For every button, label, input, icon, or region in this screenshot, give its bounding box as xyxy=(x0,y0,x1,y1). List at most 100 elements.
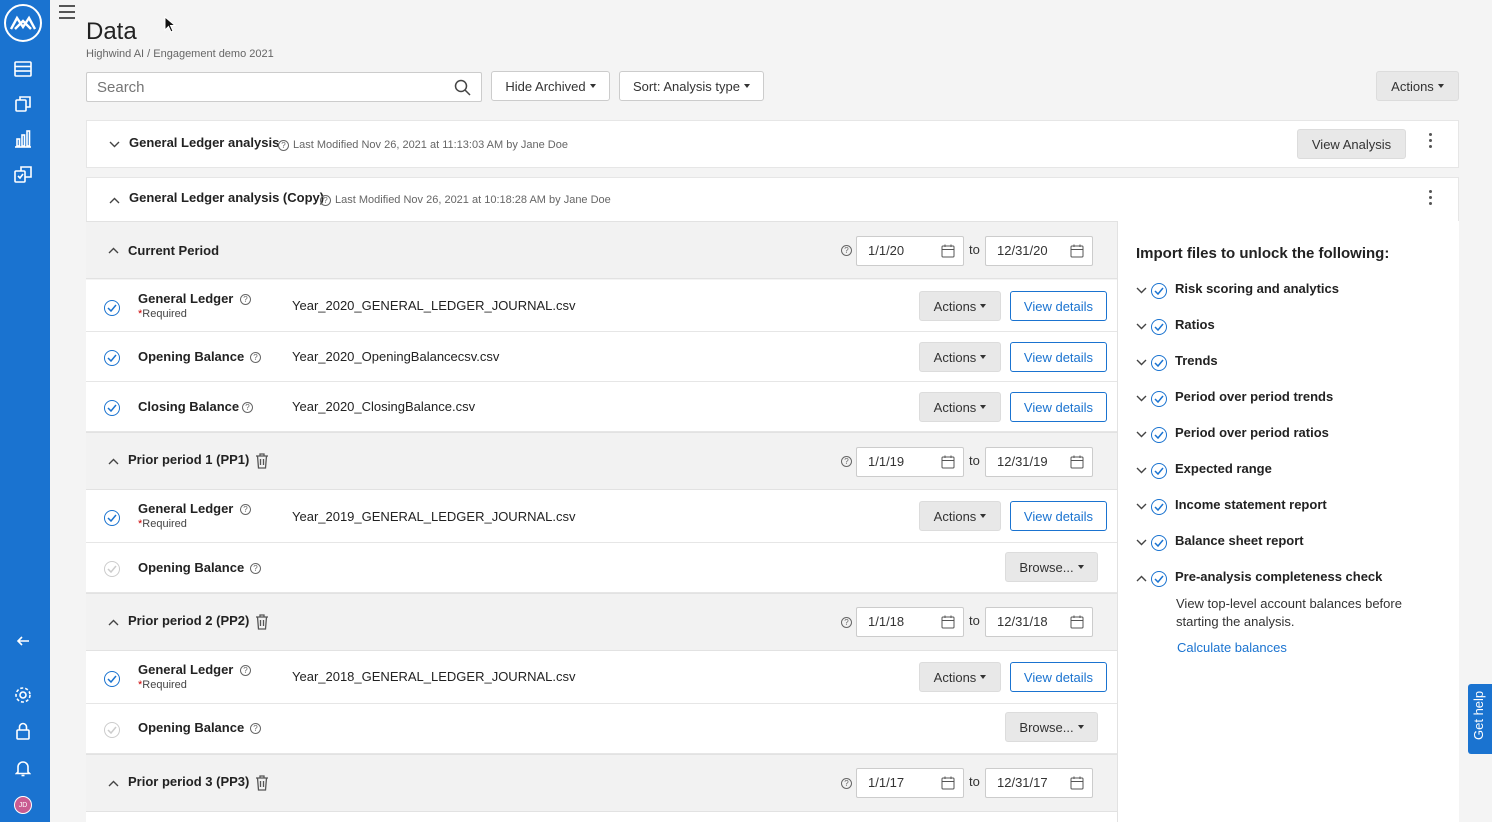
chevron-up-icon[interactable] xyxy=(108,619,119,626)
hamburger-menu-icon[interactable] xyxy=(59,5,75,19)
chevron-down-icon[interactable] xyxy=(1136,467,1147,474)
database-icon[interactable] xyxy=(12,58,34,80)
search-icon[interactable] xyxy=(454,79,471,96)
get-help-tab[interactable]: Get help xyxy=(1468,684,1492,754)
hide-archived-label: Hide Archived xyxy=(505,78,586,94)
info-icon[interactable]: ? xyxy=(278,140,289,151)
row-actions-button[interactable]: Actions xyxy=(919,342,1001,372)
trash-icon[interactable] xyxy=(255,775,269,791)
app-logo[interactable] xyxy=(4,4,42,42)
calendar-icon[interactable] xyxy=(1070,455,1084,469)
period-start-date[interactable]: 1/1/18 xyxy=(856,607,964,637)
check-circle-icon xyxy=(1151,319,1167,335)
info-icon[interactable]: ? xyxy=(841,778,852,789)
info-icon[interactable]: ? xyxy=(841,245,852,256)
row-actions-button[interactable]: Actions xyxy=(919,501,1001,531)
feature-item[interactable]: Expected range xyxy=(1175,461,1272,476)
documents-icon[interactable] xyxy=(12,163,34,185)
trash-icon[interactable] xyxy=(255,614,269,630)
bar-chart-icon[interactable] xyxy=(12,128,34,150)
info-icon[interactable]: ? xyxy=(320,195,331,206)
chevron-down-icon[interactable] xyxy=(1136,503,1147,510)
browse-button[interactable]: Browse... xyxy=(1005,712,1098,742)
left-nav-rail: JD xyxy=(0,0,50,822)
browse-button[interactable]: Browse... xyxy=(1005,552,1098,582)
chevron-down-icon[interactable] xyxy=(1136,539,1147,546)
chevron-down-icon[interactable] xyxy=(109,141,120,148)
calendar-icon[interactable] xyxy=(1070,615,1084,629)
calendar-icon[interactable] xyxy=(1070,776,1084,790)
view-details-button[interactable]: View details xyxy=(1010,342,1107,372)
calendar-icon[interactable] xyxy=(941,776,955,790)
analysis-name[interactable]: General Ledger analysis (Copy) xyxy=(129,190,324,205)
files-icon[interactable] xyxy=(12,93,34,115)
chevron-down-icon[interactable] xyxy=(1136,395,1147,402)
view-analysis-button[interactable]: View Analysis xyxy=(1297,129,1406,159)
period-start-date[interactable]: 1/1/19 xyxy=(856,447,964,477)
period-name: Prior period 2 (PP2) xyxy=(128,613,250,628)
period-end-date[interactable]: 12/31/18 xyxy=(985,607,1093,637)
feature-item[interactable]: Trends xyxy=(1175,353,1218,368)
calendar-icon[interactable] xyxy=(941,244,955,258)
period-start-date[interactable]: 1/1/20 xyxy=(856,236,964,266)
actions-label: Actions xyxy=(933,349,977,365)
info-icon[interactable]: ? xyxy=(841,617,852,628)
view-details-button[interactable]: View details xyxy=(1010,291,1107,321)
calendar-icon[interactable] xyxy=(1070,244,1084,258)
calendar-icon[interactable] xyxy=(941,615,955,629)
trash-icon[interactable] xyxy=(255,453,269,469)
chevron-down-icon[interactable] xyxy=(1136,359,1147,366)
view-details-button[interactable]: View details xyxy=(1010,392,1107,422)
feature-item[interactable]: Pre-analysis completeness check xyxy=(1175,569,1382,584)
sort-dropdown[interactable]: Sort: Analysis type xyxy=(619,71,764,101)
gear-icon[interactable] xyxy=(12,684,34,706)
chevron-up-icon[interactable] xyxy=(108,247,119,254)
file-row: General Ledger ? *Required Year_2019_GEN… xyxy=(86,490,1117,543)
avatar[interactable]: JD xyxy=(14,796,32,814)
period-end-date[interactable]: 12/31/17 xyxy=(985,768,1093,798)
analysis-name[interactable]: General Ledger analysis xyxy=(129,135,279,150)
row-actions-button[interactable]: Actions xyxy=(919,291,1001,321)
info-icon[interactable]: ? xyxy=(250,563,261,574)
feature-item[interactable]: Period over period ratios xyxy=(1175,425,1329,440)
feature-item[interactable]: Risk scoring and analytics xyxy=(1175,281,1339,296)
chevron-up-icon[interactable] xyxy=(109,197,120,204)
chevron-up-icon[interactable] xyxy=(1136,575,1147,582)
info-icon[interactable]: ? xyxy=(841,456,852,467)
info-icon[interactable]: ? xyxy=(240,665,251,676)
chevron-down-icon[interactable] xyxy=(1136,287,1147,294)
chevron-down-icon[interactable] xyxy=(1136,431,1147,438)
page-actions-button[interactable]: Actions xyxy=(1376,71,1459,101)
chevron-up-icon[interactable] xyxy=(108,458,119,465)
feature-item[interactable]: Ratios xyxy=(1175,317,1215,332)
chevron-down-icon[interactable] xyxy=(1136,323,1147,330)
bell-icon[interactable] xyxy=(12,757,34,779)
chevron-up-icon[interactable] xyxy=(108,780,119,787)
info-icon[interactable]: ? xyxy=(250,723,261,734)
feature-item[interactable]: Period over period trends xyxy=(1175,389,1333,404)
check-circle-icon xyxy=(104,300,120,316)
row-actions-button[interactable]: Actions xyxy=(919,662,1001,692)
period-end-date[interactable]: 12/31/20 xyxy=(985,236,1093,266)
file-row: General Ledger ? *Required Year_2020_GEN… xyxy=(86,280,1117,332)
period-start-date[interactable]: 1/1/17 xyxy=(856,768,964,798)
calculate-balances-link[interactable]: Calculate balances xyxy=(1177,640,1287,655)
breadcrumb[interactable]: Highwind AI / Engagement demo 2021 xyxy=(86,48,274,60)
info-icon[interactable]: ? xyxy=(240,294,251,305)
search-input[interactable] xyxy=(87,73,427,101)
more-options-icon[interactable] xyxy=(1429,133,1433,151)
calendar-icon[interactable] xyxy=(941,455,955,469)
feature-item[interactable]: Income statement report xyxy=(1175,497,1327,512)
view-details-button[interactable]: View details xyxy=(1010,662,1107,692)
lock-icon[interactable] xyxy=(12,720,34,742)
feature-item[interactable]: Balance sheet report xyxy=(1175,533,1304,548)
row-actions-button[interactable]: Actions xyxy=(919,392,1001,422)
period-end-date[interactable]: 12/31/19 xyxy=(985,447,1093,477)
view-details-button[interactable]: View details xyxy=(1010,501,1107,531)
more-options-icon[interactable] xyxy=(1429,190,1433,208)
info-icon[interactable]: ? xyxy=(250,352,261,363)
hide-archived-dropdown[interactable]: Hide Archived xyxy=(491,71,610,101)
collapse-arrow-icon[interactable] xyxy=(12,630,34,652)
info-icon[interactable]: ? xyxy=(240,504,251,515)
info-icon[interactable]: ? xyxy=(242,402,253,413)
